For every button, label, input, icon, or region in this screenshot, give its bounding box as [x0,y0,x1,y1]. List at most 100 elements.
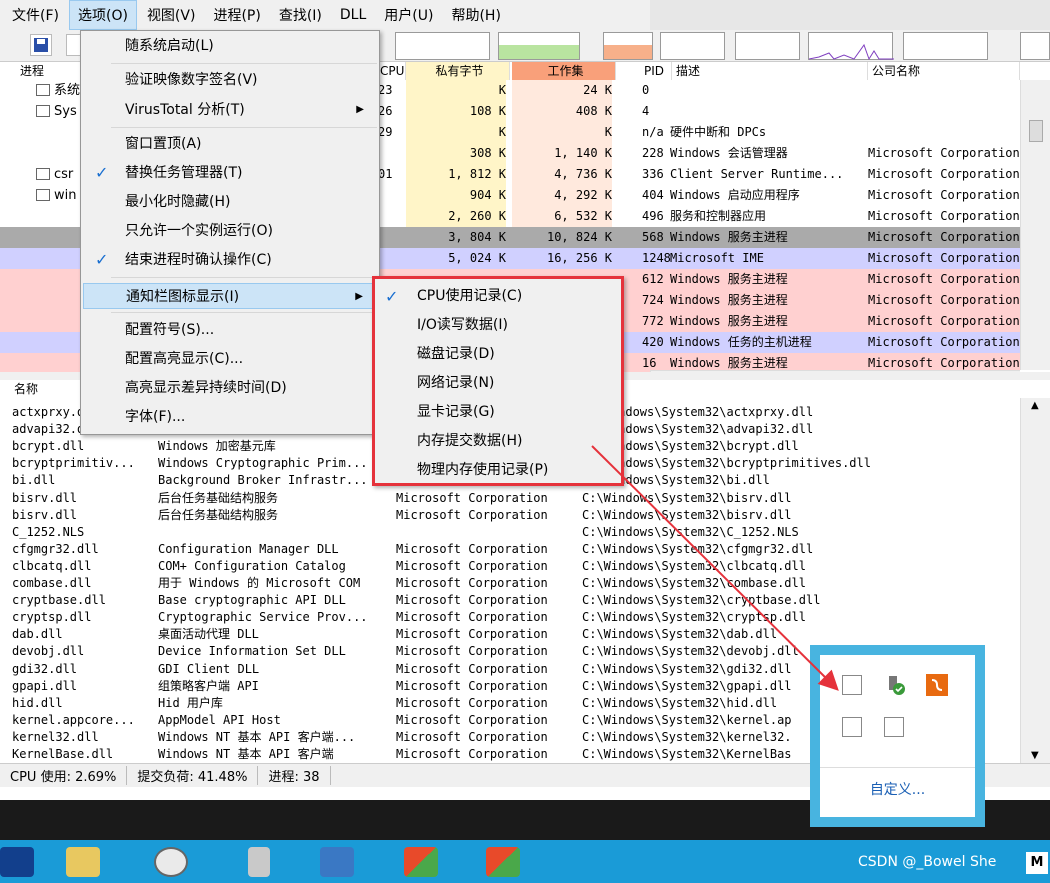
process-cell-cpu: 23 [378,83,393,97]
dll-cell-company: Microsoft Corporation [396,541,548,556]
dll-row[interactable]: bisrv.dll 后台任务基础结构服务 Microsoft Corporation… [0,507,1020,524]
cpu-graph[interactable] [395,32,490,60]
process-cell-cpu: 26 [378,104,393,118]
process-cell-private: 1, 812 K [406,164,506,185]
menu-0[interactable]: 文件(F) [4,1,67,29]
taskbar-clock-app[interactable] [134,842,208,882]
tray-icon-placeholder-2[interactable] [842,717,862,737]
taskbar-security-app[interactable] [222,842,296,882]
dll-cell-company: Microsoft Corporation [396,678,548,693]
tray-submenu-item[interactable]: ✓ CPU使用记录(C) [377,283,617,310]
usb-device-icon[interactable] [884,674,906,696]
options-menu-item[interactable]: 随系统启动(L) [83,33,378,59]
process-cell-desc: Client Server Runtime... [670,167,844,181]
io-graph[interactable] [660,32,725,60]
process-cell-working: 4, 292 K [512,185,612,206]
tray-submenu-label: CPU使用记录(C) [417,288,523,304]
column-cpu[interactable]: CPU [376,62,406,80]
process-cell-pid: 724 [642,293,664,307]
options-menu-item[interactable]: 字体(F)... [83,404,378,430]
taskbar-process-explorer[interactable] [300,842,374,882]
options-menu-item[interactable]: 通知栏图标显示(I) ▶ [83,283,378,309]
tray-submenu-item[interactable]: 显卡记录(G) [377,399,617,426]
options-menu-item[interactable]: 窗口置顶(A) [83,131,378,157]
dll-row[interactable]: clbcatq.dll COM+ Configuration Catalog Mic… [0,558,1020,575]
process-cell-cpu [378,143,404,164]
menu-4[interactable]: 查找(I) [271,1,330,29]
process-vertical-scrollbar[interactable] [1020,80,1050,370]
dll-row[interactable]: dab.dll 桌面活动代理 DLL Microsoft Corporation C:… [0,626,1020,643]
menu-3[interactable]: 进程(P) [205,1,268,29]
process-cell-pid: 228 [642,146,664,160]
process-cell-desc: 服务和控制器应用 [670,209,767,223]
tray-submenu-item[interactable]: 物理内存使用记录(P) [377,457,617,484]
process-cell-cpu: 01 [378,167,393,181]
taskbar-windows-app-1[interactable] [384,842,458,882]
options-menu-item[interactable]: ✓ 替换任务管理器(T) [83,160,378,186]
menu-2[interactable]: 视图(V) [139,1,204,29]
dll-row[interactable]: bisrv.dll 后台任务基础结构服务 Microsoft Corporation… [0,490,1020,507]
options-menu-item[interactable]: 只允许一个实例运行(O) [83,218,378,244]
tray-submenu-item[interactable]: 磁盘记录(D) [377,341,617,368]
process-cell-pid: 496 [642,209,664,223]
tray-submenu-label: 显卡记录(G) [417,404,495,420]
process-cell-desc: 硬件中断和 DPCs [670,125,767,139]
tray-submenu-item[interactable]: I/O读写数据(I) [377,312,617,339]
menu-bar: 文件(F) 选项(O) 视图(V) 进程(P) 查找(I) DLL 用户(U) 帮助(H) [0,0,650,30]
disk-graph[interactable] [808,32,894,61]
dll-cell-path: C:\Windows\System32\cfgmgr32.dll [582,541,814,556]
options-menu-item[interactable]: 配置符号(S)... [83,317,378,343]
options-menu-item[interactable]: 配置高亮显示(C)... [83,346,378,372]
column-pid[interactable]: PID [640,62,672,80]
dll-row[interactable]: cryptsp.dll Cryptographic Service Prov...… [0,609,1020,626]
column-working-set[interactable]: 工作集 [512,62,616,80]
scroll-down-icon[interactable]: ▼ [1031,750,1039,761]
submenu-arrow-icon: ▶ [355,291,363,302]
dll-cell-name: bisrv.dll [12,490,78,505]
taskbar-windows-app-2[interactable] [466,842,540,882]
tray-icon-placeholder-3[interactable] [884,717,904,737]
column-company[interactable]: 公司名称 [868,62,1020,80]
commit-graph[interactable] [498,32,580,60]
options-menu-item[interactable]: ✓ 结束进程时确认操作(C) [83,247,378,273]
dll-vertical-scrollbar[interactable]: ▲ ▼ [1020,398,1050,763]
dll-cell-company: Microsoft Corporation [396,729,548,744]
dll-cell-path: C:\Windows\System32\cryptbase.dll [582,593,821,608]
options-menu-label: 字体(F)... [125,409,186,425]
gpu-graph[interactable] [903,32,988,60]
menu-separator [111,312,377,313]
tray-submenu-item[interactable]: 网络记录(N) [377,370,617,397]
options-menu-item[interactable]: VirusTotal 分析(T) ▶ [83,97,378,123]
network-graph[interactable] [735,32,800,60]
options-menu-item[interactable]: 最小化时隐藏(H) [83,189,378,215]
column-description[interactable]: 描述 [672,62,868,80]
dll-row[interactable]: C_1252.NLS C:\Windows\System32\C_1252.NLS [0,524,1020,541]
menu-7[interactable]: 帮助(H) [443,1,508,29]
dll-cell-desc: Configuration Manager DLL [158,541,339,556]
dll-cell-desc: GDI Client DLL [158,661,260,676]
process-cell-cpu: 29 [378,125,393,139]
gpu-graph-2[interactable] [1020,32,1050,60]
process-cell-desc: Windows 启动应用程序 [670,188,800,202]
taskbar-explorer[interactable] [46,842,120,882]
options-menu-item[interactable]: 验证映像数字签名(V) [83,67,378,93]
ime-mode-icon[interactable]: M [1026,852,1048,874]
dll-row[interactable]: cryptbase.dll Base cryptographic API DLL M… [0,592,1020,609]
options-menu-item[interactable]: 高亮显示差异持续时间(D) [83,375,378,401]
column-private-bytes[interactable]: 私有字节 [406,62,510,80]
menu-5[interactable]: DLL [332,3,374,27]
process-cell-working: 1, 140 K [512,143,612,164]
menu-1[interactable]: 选项(O) [68,0,137,30]
customize-link[interactable]: 自定义... [820,779,975,799]
menu-6[interactable]: 用户(U) [376,1,441,29]
tray-submenu-item[interactable]: 内存提交数据(H) [377,428,617,455]
physical-memory-graph[interactable] [603,32,653,60]
scroll-thumb[interactable] [1029,120,1043,142]
scroll-up-icon[interactable]: ▲ [1031,400,1039,411]
dll-row[interactable]: cfgmgr32.dll Configuration Manager DLL Mic… [0,541,1020,558]
tray-icon-placeholder[interactable] [842,675,862,695]
dll-row[interactable]: combase.dll 用于 Windows 的 Microsoft COM Mic… [0,575,1020,592]
process-icon [36,168,50,180]
app-tray-icon[interactable] [926,674,948,696]
save-icon[interactable] [30,34,52,56]
